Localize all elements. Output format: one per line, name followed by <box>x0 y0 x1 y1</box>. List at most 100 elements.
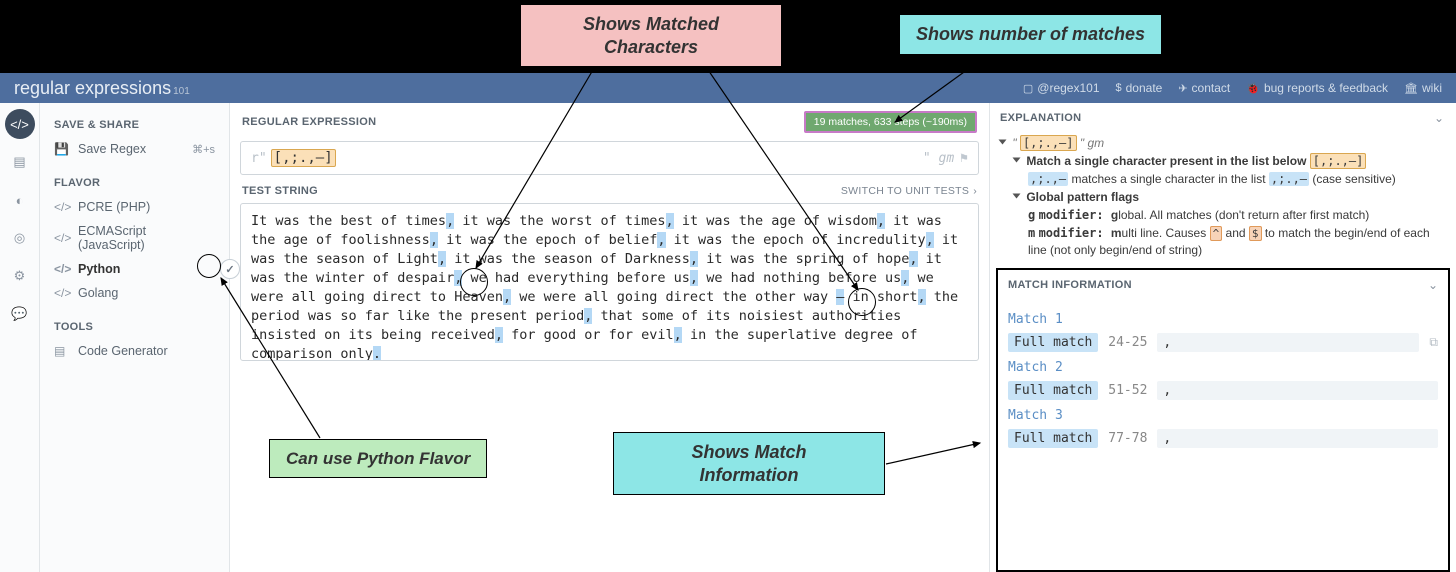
match-label: Match 2 <box>1008 360 1438 375</box>
logo-sub: 101 <box>173 86 190 97</box>
match-row: Full match24-25,⧉ <box>1008 333 1438 352</box>
highlighted-match: , <box>503 289 511 305</box>
match-value: , <box>1157 429 1438 448</box>
match-info-body: Match 1Full match24-25,⧉Match 2Full matc… <box>998 300 1448 456</box>
test-text: it was the age of wisdom <box>674 213 877 229</box>
regex-input[interactable]: r" [,;.,—] " gm ⚑ <box>240 141 979 175</box>
full-match-label: Full match <box>1008 381 1098 400</box>
rail-tools-icon[interactable]: ⚙ <box>5 261 35 291</box>
code-generator-label: Code Generator <box>78 344 168 358</box>
highlighted-match: , <box>657 232 665 248</box>
match-row: Full match77-78, <box>1008 429 1438 448</box>
rail-chat-icon[interactable]: 💬 <box>5 299 35 329</box>
save-shortcut: ⌘+s <box>192 143 215 156</box>
regex-pattern-text: [,;.,—] <box>271 149 336 167</box>
exp-row-globalflags: Global pattern flags <box>1000 189 1444 205</box>
code-icon: </> <box>54 231 68 245</box>
nav-wiki[interactable]: 🏛wiki <box>1404 81 1442 95</box>
test-text: it was the spring of hope <box>698 251 909 267</box>
match-label: Match 1 <box>1008 312 1438 327</box>
nav-twitter[interactable]: ▢@regex101 <box>1023 81 1100 95</box>
match-row: Full match51-52, <box>1008 381 1438 400</box>
highlighted-match: , <box>446 213 454 229</box>
flavor-python[interactable]: </> Python ✓ <box>40 257 229 281</box>
exp-row-charlist: ,;.,— matches a single character in the … <box>1000 171 1444 187</box>
center-panel: REGULAR EXPRESSION 19 matches, 633 steps… <box>230 103 990 572</box>
highlighted-match: , <box>690 270 698 286</box>
copy-icon[interactable]: ⧉ <box>1429 335 1438 350</box>
code-icon: </> <box>54 200 68 214</box>
app-header: regular expressions101 ▢@regex101 $donat… <box>0 73 1456 103</box>
test-text: in short <box>844 289 917 305</box>
test-text: for good or for evil <box>503 327 674 343</box>
test-text: we were all going direct the other way <box>511 289 836 305</box>
match-count-badge: 19 matches, 633 steps (~190ms) <box>804 111 977 133</box>
save-share-title: SAVE & SHARE <box>40 113 229 137</box>
logo-prefix: regular <box>14 78 70 98</box>
highlighted-match: , <box>918 289 926 305</box>
regex-delim-open: r" <box>251 151 267 166</box>
flavor-ecma-label: ECMAScript (JavaScript) <box>78 224 215 252</box>
sidebar: SAVE & SHARE 💾 Save Regex ⌘+s FLAVOR </>… <box>40 103 230 572</box>
flavor-pcre[interactable]: </> PCRE (PHP) <box>40 195 229 219</box>
tools-title: TOOLS <box>40 315 229 339</box>
explanation-title: EXPLANATION <box>1000 112 1081 124</box>
highlighted-match: , <box>877 213 885 229</box>
callout-python-flavor: Can use Python Flavor <box>269 439 487 478</box>
highlighted-match: , <box>438 251 446 267</box>
explanation-head[interactable]: EXPLANATION ⌄ <box>990 103 1456 133</box>
nav-donate[interactable]: $donate <box>1116 81 1163 95</box>
code-generator-icon: ▤ <box>54 344 68 358</box>
twitter-icon: ▢ <box>1023 82 1033 95</box>
switch-unit-tests[interactable]: SWITCH TO UNIT TESTS › <box>841 185 977 197</box>
match-value: , <box>1157 333 1419 352</box>
callout-matched-chars: Shows MatchedCharacters <box>520 4 782 67</box>
rail-library-icon[interactable]: ▤ <box>5 147 35 177</box>
exp-row-matchlist: Match a single character present in the … <box>1000 153 1444 169</box>
test-text: it was the epoch of incredulity <box>666 232 926 248</box>
code-icon: </> <box>54 262 68 276</box>
exp-row-mmod: m modifier: multi line. Causes ^ and $ t… <box>1000 225 1444 258</box>
explanation-body: " [,;.,—] " gm Match a single character … <box>990 133 1456 268</box>
test-string-input[interactable]: It was the best of times, it was the wor… <box>240 203 979 361</box>
app-logo[interactable]: regular expressions101 <box>14 78 190 99</box>
match-info-section: MATCH INFORMATION ⌄ Match 1Full match24-… <box>996 268 1450 572</box>
flavor-golang-label: Golang <box>78 286 118 300</box>
rail-account-icon[interactable]: ◐ <box>5 185 35 215</box>
flavor-golang[interactable]: </> Golang <box>40 281 229 305</box>
chevron-down-icon: ⌄ <box>1428 278 1438 292</box>
highlighted-match: , <box>495 327 503 343</box>
regex-title: REGULAR EXPRESSION <box>242 116 376 128</box>
nav-bugs[interactable]: 🐞bug reports & feedback <box>1246 81 1388 95</box>
code-icon: </> <box>54 286 68 300</box>
triangle-icon <box>999 140 1007 145</box>
highlighted-match: , <box>690 251 698 267</box>
test-text: it was the season of Darkness <box>446 251 690 267</box>
flavor-pcre-label: PCRE (PHP) <box>78 200 150 214</box>
callout-match-info: Shows MatchInformation <box>613 432 885 495</box>
icon-rail: </> ▤ ◐ ◎ ⚙ 💬 <box>0 103 40 572</box>
match-label: Match 3 <box>1008 408 1438 423</box>
save-regex-item[interactable]: 💾 Save Regex ⌘+s <box>40 137 229 161</box>
rail-regex-icon[interactable]: </> <box>5 109 35 139</box>
flag-icon[interactable]: ⚑ <box>960 151 968 166</box>
highlighted-match: , <box>430 232 438 248</box>
test-text: we had everything before us <box>462 270 690 286</box>
exp-row-pattern: " [,;.,—] " gm <box>1000 135 1444 151</box>
match-info-title: MATCH INFORMATION <box>1008 279 1132 291</box>
flavor-python-label: Python <box>78 262 120 276</box>
nav-contact[interactable]: ✈contact <box>1178 81 1230 95</box>
match-info-head[interactable]: MATCH INFORMATION ⌄ <box>998 270 1448 300</box>
test-text: it was the worst of times <box>454 213 665 229</box>
flavor-ecma[interactable]: </> ECMAScript (JavaScript) <box>40 219 229 257</box>
test-text: It was the best of times <box>251 213 446 229</box>
test-string-title: TEST STRING <box>242 185 318 197</box>
highlighted-match: , <box>926 232 934 248</box>
rail-settings-icon[interactable]: ◎ <box>5 223 35 253</box>
test-text: we had nothing before us <box>698 270 901 286</box>
code-generator-item[interactable]: ▤ Code Generator <box>40 339 229 363</box>
right-panel: EXPLANATION ⌄ " [,;.,—] " gm Match a sin… <box>990 103 1456 572</box>
dollar-icon: $ <box>1116 82 1122 94</box>
save-icon: 💾 <box>54 142 68 156</box>
wiki-icon: 🏛 <box>1404 82 1418 95</box>
